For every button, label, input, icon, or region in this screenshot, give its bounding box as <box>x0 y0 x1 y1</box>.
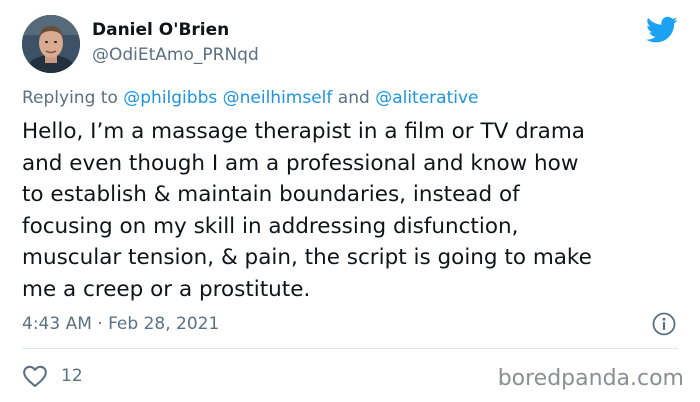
divider <box>22 348 678 349</box>
twitter-bird-icon[interactable] <box>646 16 678 44</box>
like-count: 12 <box>61 366 83 386</box>
tweet-timestamp[interactable]: 4:43 AM · Feb 28, 2021 <box>22 314 219 334</box>
tweet-text-line: muscular tension, & pain, the script is … <box>22 245 592 270</box>
avatar-photo <box>22 15 80 73</box>
replying-to-joiner: and <box>337 88 370 108</box>
tweet-text-line: and even though I am a professional and … <box>22 150 579 176</box>
info-icon[interactable] <box>652 312 676 336</box>
tweet-text-line: Hello, I’m a massage therapist in a film… <box>22 119 585 144</box>
watermark: boredpanda.com <box>497 366 684 391</box>
tweet-text-line: focusing on my skill in addressing disfu… <box>22 213 519 239</box>
author-handle[interactable]: @OdiEtAmo_PRNqd <box>92 45 259 65</box>
mention-link[interactable]: @neilhimself <box>223 88 333 108</box>
avatar[interactable] <box>22 15 80 73</box>
author-display-name[interactable]: Daniel O'Brien <box>92 20 229 40</box>
heart-icon[interactable] <box>22 364 48 388</box>
tweet-text: Hello, I’m a massage therapist in a film… <box>22 116 682 305</box>
replying-to-label: Replying to <box>22 88 118 108</box>
mention-link[interactable]: @philgibbs <box>123 88 217 108</box>
mention-link[interactable]: @aliterative <box>375 88 478 108</box>
tweet-text-line: me a creep or a prostitute. <box>22 276 311 302</box>
tweet-text-line: to establish & maintain boundaries, inst… <box>22 182 520 207</box>
replying-to-line: Replying to @philgibbs @neilhimself and … <box>22 88 479 108</box>
